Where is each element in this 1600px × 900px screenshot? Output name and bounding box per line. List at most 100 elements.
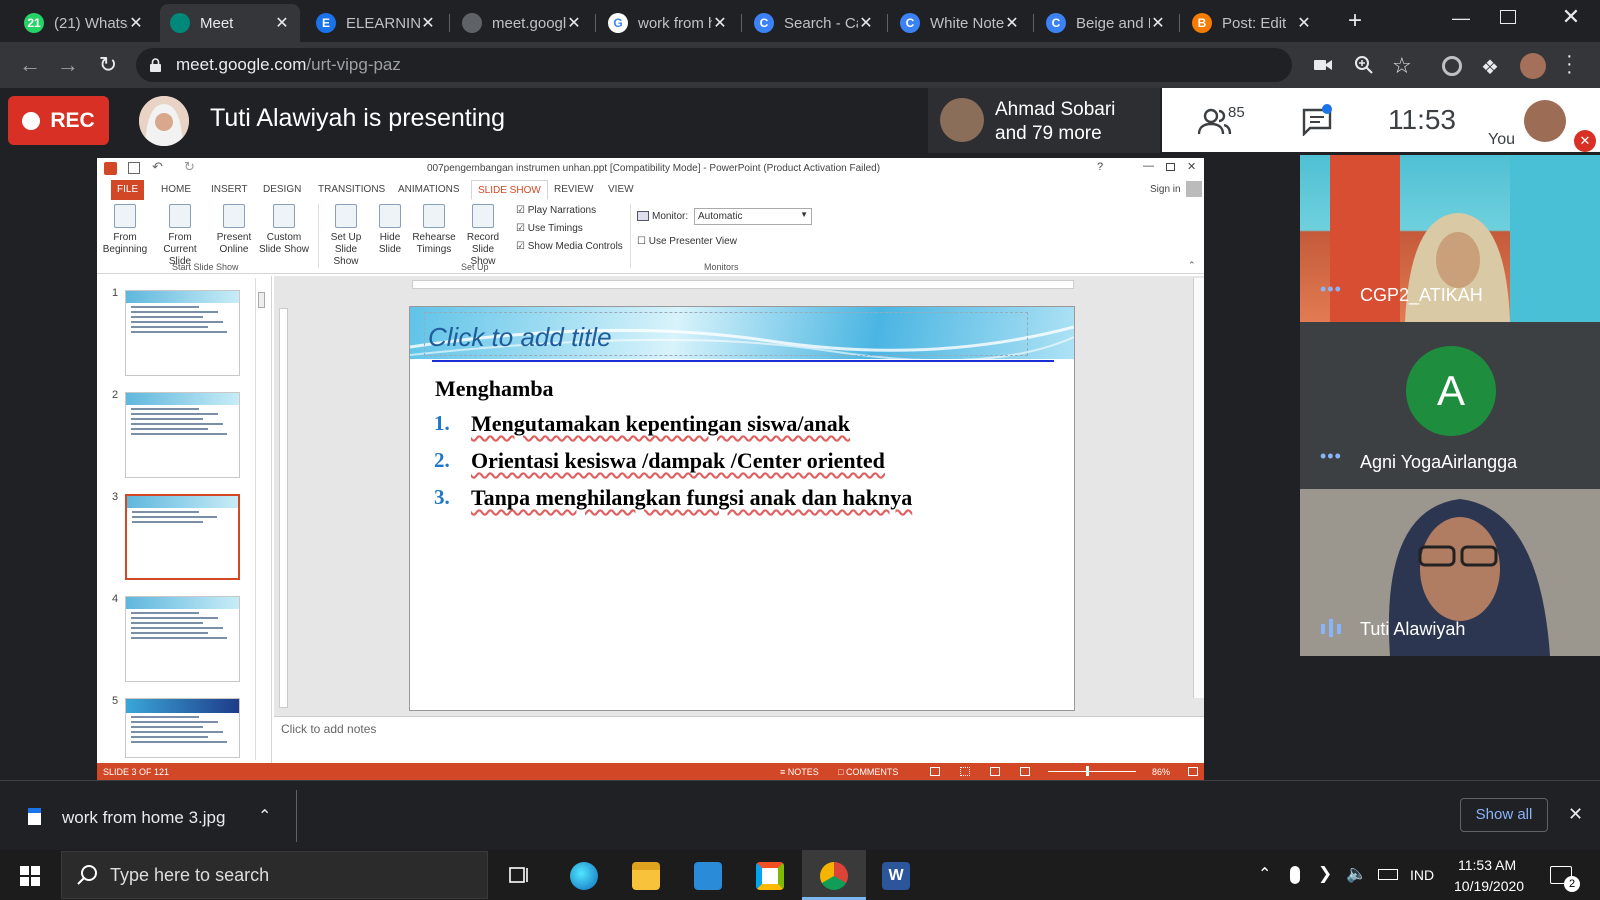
browser-tab[interactable]: meet.google✕ <box>452 4 592 42</box>
save-icon[interactable] <box>128 162 140 174</box>
participant-tile[interactable]: Tuti Alawiyah <box>1300 489 1600 656</box>
word-icon[interactable]: W <box>882 862 910 890</box>
more-options-icon[interactable]: ••• <box>1320 446 1342 467</box>
slide-thumbnail[interactable] <box>125 596 240 682</box>
ribbon-tab-review[interactable]: REVIEW <box>548 180 599 200</box>
ribbon-tab-transitions[interactable]: TRANSITIONS <box>312 180 391 200</box>
close-tab-icon[interactable]: ✕ <box>858 13 874 33</box>
edge-icon[interactable] <box>570 862 598 890</box>
notes-pane[interactable] <box>274 716 1204 763</box>
minimize-window-button[interactable]: — <box>1446 8 1476 32</box>
reload-button[interactable]: ↻ <box>94 52 122 80</box>
slideshow-view-icon[interactable] <box>1020 767 1030 776</box>
slide-thumbnail[interactable] <box>125 494 240 580</box>
download-filename[interactable]: work from home 3.jpg <box>62 808 225 828</box>
zoom-icon[interactable] <box>1354 55 1374 75</box>
ppt-minimize-button[interactable]: — <box>1143 160 1154 172</box>
rehearse-button[interactable]: Rehearse Timings <box>412 204 456 256</box>
store-icon[interactable] <box>756 862 784 890</box>
chrome-menu-icon[interactable]: · · · <box>1566 46 1573 82</box>
taskbar-time[interactable]: 11:53 AM <box>1458 857 1516 873</box>
monitor-select[interactable]: Automatic ▼ <box>694 208 812 225</box>
show-hidden-icons-chevron-icon[interactable]: ⌃ <box>1258 864 1271 884</box>
browser-tab[interactable]: B Post: Edit ✕ <box>1182 4 1322 42</box>
close-window-button[interactable]: ✕ <box>1556 4 1586 34</box>
browser-tab[interactable]: Gwork from home✕ <box>598 4 738 42</box>
normal-view-icon[interactable] <box>930 767 940 776</box>
self-view-thumb[interactable] <box>1524 100 1566 142</box>
thumbnail-scrollbar[interactable] <box>255 278 267 760</box>
more-options-icon[interactable]: ••• <box>1320 279 1342 300</box>
close-tab-icon[interactable]: ✕ <box>712 13 728 33</box>
browser-tab[interactable]: C White Notebook✕ <box>890 4 1030 42</box>
hide-slide-button[interactable]: Hide Slide <box>374 204 406 256</box>
ribbon-tab-animations[interactable]: ANIMATIONS <box>392 180 465 200</box>
scroll-thumb[interactable] <box>258 292 265 308</box>
close-tab-icon[interactable]: ✕ <box>274 13 290 33</box>
ppt-close-button[interactable]: ✕ <box>1187 160 1196 173</box>
ribbon-tab-view[interactable]: VIEW <box>602 180 640 200</box>
ribbon-tab-slide-show[interactable]: SLIDE SHOW <box>471 180 548 200</box>
account-icon[interactable] <box>1186 181 1202 197</box>
browser-tab[interactable]: 21 (21) WhatsApp✕ <box>14 4 154 42</box>
close-tab-icon[interactable]: ✕ <box>1296 13 1312 33</box>
restore-window-button[interactable] <box>1500 10 1516 24</box>
close-download-shelf-icon[interactable]: ✕ <box>1568 804 1583 825</box>
slide-sorter-icon[interactable] <box>960 767 970 776</box>
record-show-button[interactable]: Record Slide Show <box>458 204 508 268</box>
file-explorer-icon[interactable] <box>632 862 660 890</box>
extensions-puzzle-icon[interactable]: ❖ <box>1481 55 1499 80</box>
slide-thumbnail[interactable] <box>125 290 240 376</box>
use-timings-checkbox[interactable]: ☑ Use Timings <box>516 223 583 234</box>
from-beginning-button[interactable]: From Beginning <box>100 204 150 256</box>
close-tab-icon[interactable]: ✕ <box>420 13 436 33</box>
input-language[interactable]: IND <box>1410 867 1434 883</box>
custom-show-button[interactable]: Custom Slide Show <box>256 204 312 256</box>
forward-button[interactable]: → <box>54 52 82 80</box>
fit-slide-icon[interactable] <box>1188 767 1198 776</box>
download-menu-chevron-icon[interactable]: ⌃ <box>258 806 271 826</box>
presenter-view-checkbox[interactable]: ☐ Use Presenter View <box>637 236 737 247</box>
close-tab-icon[interactable]: ✕ <box>566 13 582 33</box>
redo-icon[interactable]: ↻ <box>184 159 195 175</box>
chrome-icon[interactable] <box>820 862 848 890</box>
vertical-scrollbar[interactable] <box>1193 278 1204 698</box>
browser-tab[interactable]: E ELEARNING✕ <box>306 4 446 42</box>
participants-icon[interactable] <box>1198 106 1232 136</box>
slide-thumbnail[interactable] <box>125 698 240 758</box>
windows-start-icon[interactable] <box>20 866 40 886</box>
close-tab-icon[interactable]: ✕ <box>128 13 144 33</box>
from-current-button[interactable]: From Current Slide <box>152 204 208 268</box>
show-all-button[interactable]: Show all <box>1460 798 1548 832</box>
battery-icon[interactable] <box>1378 869 1398 880</box>
ribbon-tab-design[interactable]: DESIGN <box>257 180 307 200</box>
close-tab-icon[interactable]: ✕ <box>1150 13 1166 33</box>
ribbon-tab-insert[interactable]: INSERT <box>205 180 254 200</box>
comments-toggle-button[interactable]: □ COMMENTS <box>838 767 898 777</box>
task-view-icon[interactable] <box>508 864 530 886</box>
show-media-checkbox[interactable]: ☑ Show Media Controls <box>516 241 623 252</box>
browser-tab[interactable]: C Search - Canva✕ <box>744 4 884 42</box>
volume-icon[interactable]: 🔈 <box>1346 864 1367 884</box>
present-online-button[interactable]: Present Online <box>214 204 254 256</box>
wifi-icon[interactable]: ❯ <box>1318 864 1332 884</box>
reading-view-icon[interactable] <box>990 767 1000 776</box>
new-tab-button[interactable]: + <box>1340 6 1370 36</box>
bookmark-star-icon[interactable]: ☆ <box>1392 53 1412 79</box>
sign-in-link[interactable]: Sign in <box>1150 184 1181 195</box>
participant-tile[interactable]: A ••• Agni YogaAirlangga <box>1300 322 1600 489</box>
profile-avatar[interactable] <box>1520 53 1546 79</box>
ribbon-tab-file[interactable]: FILE <box>111 180 145 200</box>
zoom-slider[interactable] <box>1048 771 1136 772</box>
extension-circle-icon[interactable] <box>1442 56 1462 76</box>
camera-icon[interactable] <box>1314 58 1332 72</box>
setup-show-button[interactable]: Set Up Slide Show <box>322 204 370 268</box>
ribbon-tab-home[interactable]: HOME <box>155 180 197 200</box>
ribbon-collapse-icon[interactable]: ⌃ <box>1188 260 1196 271</box>
notes-toggle-button[interactable]: ≡ NOTES <box>780 767 819 777</box>
zoom-slider-thumb[interactable] <box>1086 766 1089 776</box>
slide-thumbnail[interactable] <box>125 392 240 478</box>
participant-tile[interactable]: ••• CGP2_ATIKAH <box>1300 155 1600 322</box>
mail-icon[interactable] <box>694 862 722 890</box>
close-tab-icon[interactable]: ✕ <box>1004 13 1020 33</box>
